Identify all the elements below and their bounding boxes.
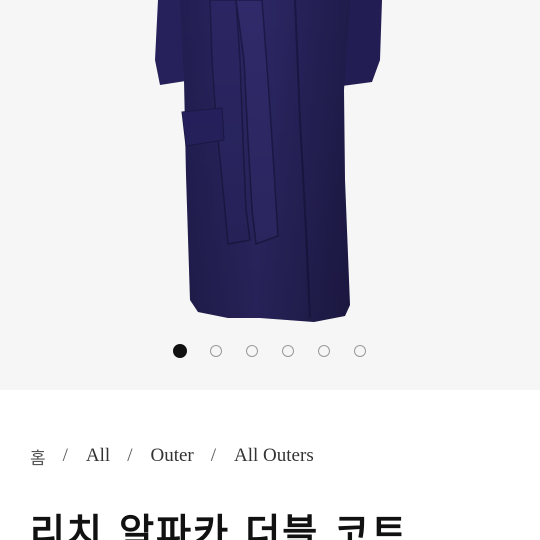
breadcrumb-home-link[interactable]: 홈 <box>30 444 46 469</box>
product-image-gallery[interactable] <box>0 0 540 390</box>
gallery-dot-5[interactable] <box>318 345 330 357</box>
breadcrumb: 홈 / All / Outer / All Outers <box>30 443 314 469</box>
gallery-dot-4[interactable] <box>282 345 294 357</box>
breadcrumb-all-link[interactable]: All <box>86 445 110 467</box>
breadcrumb-outer-link[interactable]: Outer <box>150 445 193 467</box>
product-photo <box>155 0 382 322</box>
gallery-dot-6[interactable] <box>354 345 366 357</box>
gallery-dot-2[interactable] <box>210 345 222 357</box>
product-page: 홈 / All / Outer / All Outers 리치 알파카 더블 코… <box>0 0 540 540</box>
breadcrumb-separator: / <box>62 445 68 466</box>
breadcrumb-separator: / <box>127 445 133 466</box>
gallery-dot-1[interactable] <box>173 344 187 358</box>
gallery-pagination <box>0 344 540 361</box>
breadcrumb-separator: / <box>210 445 217 466</box>
breadcrumb-all-outers-link[interactable]: All Outers <box>234 445 314 467</box>
gallery-dot-3[interactable] <box>246 345 258 357</box>
product-title: 리치 알파카 더블 코트 <box>30 511 409 540</box>
